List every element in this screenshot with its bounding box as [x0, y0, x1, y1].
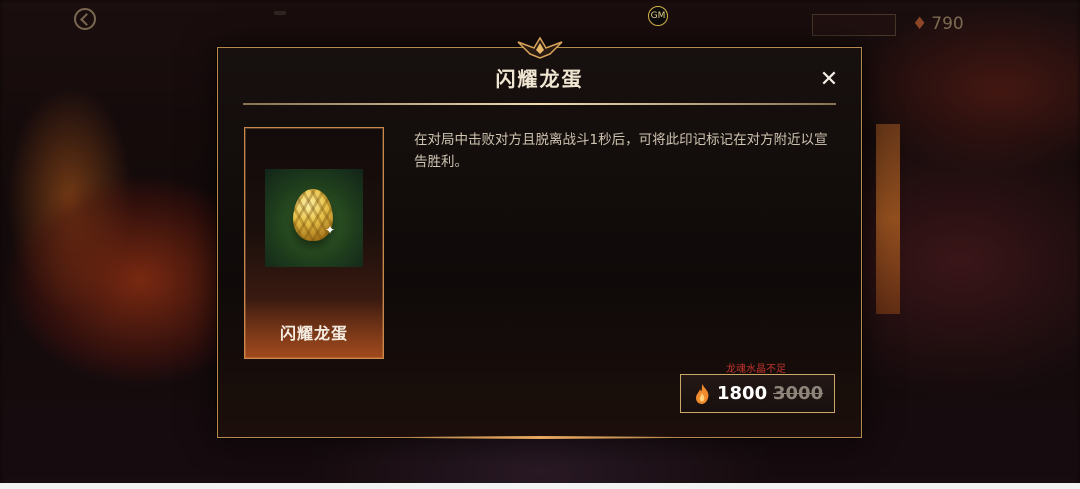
crest-ornament-icon — [517, 36, 563, 59]
sparkle-icon: ✦ — [325, 223, 336, 237]
flame-icon: ♦ — [912, 14, 928, 34]
close-button[interactable]: ✕ — [819, 69, 839, 91]
item-name: 闪耀龙蛋 — [279, 324, 348, 343]
item-card: ✦ 闪耀龙蛋 — [244, 127, 384, 359]
top-tab-4[interactable] — [274, 11, 286, 15]
gm-badge[interactable]: GM — [648, 6, 668, 26]
item-description: 在对局中击败对方且脱离战斗1秒后，可将此印记标记在对方附近以宣告胜利。 — [414, 132, 828, 170]
back-icon[interactable] — [74, 8, 96, 30]
top-right-button[interactable] — [812, 14, 896, 36]
side-banner[interactable] — [876, 124, 900, 314]
bottom-glow-divider — [408, 436, 673, 439]
item-detail-modal: 闪耀龙蛋 ✕ ✦ 闪耀龙蛋 在对局中击败对方且脱离战斗1秒后，可将此印记标记在对… — [217, 36, 862, 439]
flame-crystal-icon — [696, 384, 709, 404]
purchase-button[interactable]: 1800 3000 — [680, 374, 835, 413]
price-original: 3000 — [773, 383, 824, 404]
price-current: 1800 — [717, 383, 768, 404]
title-divider — [243, 103, 836, 105]
currency-amount: 790 — [931, 14, 964, 34]
modal-title: 闪耀龙蛋 — [495, 67, 584, 91]
currency-display: ♦ 790 — [912, 14, 964, 34]
insufficient-currency-warning: 龙魂水晶不足 — [726, 364, 786, 375]
bottom-strip — [0, 483, 1080, 489]
dragon-egg-image: ✦ — [265, 169, 363, 267]
